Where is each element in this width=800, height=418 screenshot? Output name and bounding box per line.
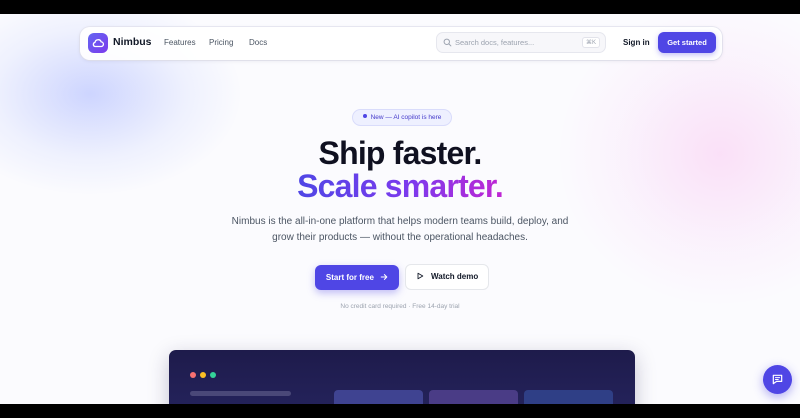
preview-card (524, 390, 613, 404)
page-frame: Nimbus Features Pricing Docs ⌘K Sign in … (0, 14, 800, 404)
window-close-dot (190, 372, 196, 378)
start-for-free-button[interactable]: Start for free (315, 265, 399, 290)
nav-link-pricing[interactable]: Pricing (209, 38, 233, 47)
brand-name[interactable]: Nimbus (113, 36, 152, 48)
chat-support-button[interactable] (763, 365, 792, 394)
hero-headline-line2: Scale smarter. (0, 169, 800, 203)
search-box[interactable]: ⌘K (436, 32, 606, 53)
window-minimize-dot (200, 372, 206, 378)
trial-note: No credit card required · Free 14-day tr… (340, 303, 460, 310)
preview-card (429, 390, 518, 404)
announcement-badge[interactable]: New — AI copilot is here (352, 109, 452, 126)
search-input[interactable] (455, 35, 565, 50)
cloud-icon[interactable] (88, 33, 108, 53)
watch-demo-button[interactable]: Watch demo (405, 264, 489, 290)
preview-placeholder-bar (190, 391, 291, 396)
nav-link-features[interactable]: Features (164, 38, 196, 47)
badge-text: New — AI copilot is here (370, 114, 442, 121)
sign-in-link[interactable]: Sign in (623, 38, 650, 47)
search-shortcut-hint: ⌘K (581, 37, 600, 48)
badge-dot (362, 114, 367, 118)
search-icon (443, 38, 452, 47)
arrow-right-icon (380, 274, 388, 280)
watch-demo-label: Watch demo (430, 272, 479, 281)
top-navbar: Nimbus Features Pricing Docs ⌘K Sign in … (80, 27, 722, 60)
hero-headline-gradient-text: Scale smarter. (297, 168, 504, 204)
nav-link-docs[interactable]: Docs (249, 38, 267, 47)
get-started-button[interactable]: Get started (658, 32, 716, 53)
hero-subtitle: Nimbus is the all-in-one platform that h… (231, 216, 569, 243)
preview-card (334, 390, 423, 404)
play-icon (417, 272, 423, 280)
window-maximize-dot (210, 372, 216, 378)
chat-icon (772, 374, 783, 385)
hero-headline-line1: Ship faster. (318, 135, 483, 171)
app-preview-window (169, 350, 635, 404)
start-for-free-label: Start for free (325, 273, 374, 282)
